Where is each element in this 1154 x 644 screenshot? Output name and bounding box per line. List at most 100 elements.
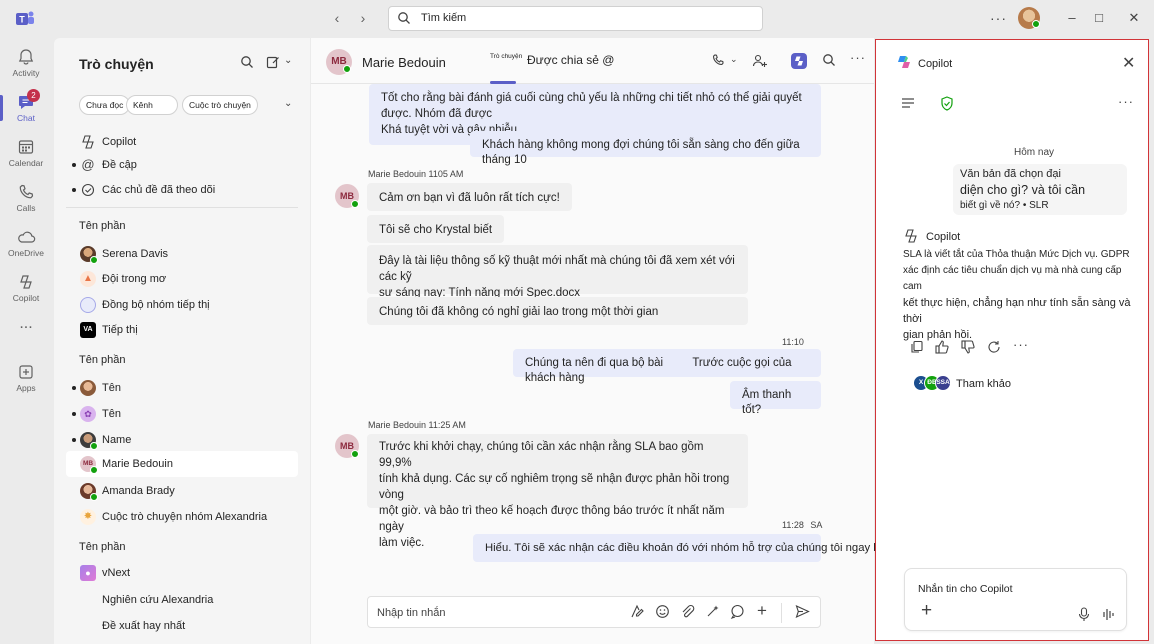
copilot-message-input[interactable]: Nhắn tin cho Copilot +: [904, 568, 1127, 631]
copilot-user-message[interactable]: Văn bản đã chọn đại diện cho gì? và tôi …: [953, 164, 1127, 215]
sparkle-icon[interactable]: [705, 604, 720, 619]
send-icon[interactable]: [795, 604, 810, 619]
list-item-alexandria-group[interactable]: ✸ Cuộc trò chuyện nhóm Alexandria: [66, 505, 298, 529]
list-item-name-3[interactable]: Name: [66, 428, 298, 452]
section-header: Tên phần: [79, 541, 126, 553]
shield-check-icon[interactable]: [940, 96, 954, 111]
rail-chat[interactable]: 2 Chat: [0, 87, 52, 131]
more-options-icon[interactable]: ···: [850, 50, 866, 65]
back-arrow-icon[interactable]: ‹: [329, 10, 345, 26]
list-item-label: Tên: [102, 382, 121, 394]
list-item-marie-bedouin[interactable]: MB Marie Bedouin: [66, 451, 298, 477]
filter-unread[interactable]: Chưa đọc: [79, 95, 131, 115]
message-theirs[interactable]: Đây là tài liệu thông số kỹ thuật mới nh…: [367, 245, 748, 299]
refresh-icon[interactable]: [987, 340, 1001, 354]
list-item-label: Nghiên cứu Alexandria: [102, 594, 214, 606]
rail-onedrive[interactable]: OneDrive: [0, 222, 52, 266]
chevron-down-icon[interactable]: ⌄: [730, 54, 738, 65]
thumbs-down-icon[interactable]: [961, 340, 975, 354]
rail-calendar-label: Calendar: [8, 158, 44, 168]
svg-text:T: T: [19, 15, 25, 25]
microphone-icon[interactable]: [1078, 607, 1090, 622]
message-compose-box[interactable]: Nhập tin nhắn +: [367, 596, 821, 628]
chevron-down-icon[interactable]: ⌄: [284, 98, 292, 109]
rail-apps[interactable]: Apps: [0, 357, 52, 401]
copilot-icon: [82, 135, 94, 149]
message-theirs[interactable]: Chúng tôi đã không có nghỉ giải lao tron…: [367, 297, 748, 325]
loop-icon[interactable]: [730, 604, 745, 619]
more-options-icon[interactable]: ···: [990, 10, 1007, 26]
list-item-dream-team[interactable]: ▲ Đội trong mơ: [66, 267, 298, 291]
copy-icon[interactable]: [910, 340, 924, 354]
more-options-icon[interactable]: ···: [1013, 337, 1029, 352]
rail-activity[interactable]: Activity: [0, 42, 52, 86]
message-theirs[interactable]: Cảm ơn bạn vì đã luôn rất tích cực!: [367, 183, 572, 211]
thumbs-up-icon[interactable]: [935, 340, 949, 354]
message-mine[interactable]: Hiểu. Tôi sẽ xác nhận các điều khoản đó …: [473, 534, 923, 562]
emoji-icon[interactable]: [655, 604, 670, 619]
search-icon[interactable]: [240, 55, 254, 69]
list-item-copilot[interactable]: Copilot: [66, 130, 298, 154]
copilot-icon[interactable]: [791, 53, 807, 69]
add-icon[interactable]: +: [921, 600, 932, 622]
message-mine[interactable]: Âm thanh tốt?: [730, 381, 821, 416]
search-input[interactable]: Tìm kiếm: [388, 6, 763, 31]
more-options-icon[interactable]: ···: [1118, 94, 1134, 109]
presence-available-icon: [351, 200, 359, 208]
copilot-logo-icon: [898, 56, 910, 68]
message-time: 11:10: [782, 337, 804, 347]
presence-available-icon: [90, 442, 98, 450]
list-item-name-2[interactable]: ✿ Tên: [66, 402, 298, 426]
chat-list-pane: Trò chuyện ⌄ Chưa đọc Kênh Cuộc trò chuy…: [54, 38, 310, 644]
divider: [781, 603, 782, 623]
references-label[interactable]: Tham khảo: [956, 378, 1011, 390]
more-apps-icon[interactable]: ...: [0, 316, 52, 336]
message-theirs[interactable]: Tôi sẽ cho Krystal biết: [367, 215, 505, 243]
chevron-down-icon[interactable]: ⌄: [284, 55, 292, 66]
filter-conversations[interactable]: Cuộc trò chuyện: [182, 95, 258, 115]
menu-icon[interactable]: [901, 96, 915, 110]
list-item-amanda-brady[interactable]: Amanda Brady: [66, 479, 298, 503]
add-people-icon[interactable]: [752, 53, 768, 69]
list-item-mentions[interactable]: @ Đề cập: [66, 153, 298, 177]
list-item-alexandria-research[interactable]: Nghiên cứu Alexandria: [66, 588, 298, 612]
cloud-icon: [18, 231, 36, 243]
list-item-marketing-sync[interactable]: Đồng bộ nhóm tiếp thị: [66, 293, 298, 317]
message-theirs[interactable]: Trước khi khởi chạy, chúng tôi cần xác n…: [367, 434, 748, 549]
new-chat-icon[interactable]: [266, 55, 280, 69]
list-item-name-1[interactable]: Tên: [66, 376, 298, 400]
presence-available-icon: [1032, 20, 1040, 28]
attach-icon[interactable]: [680, 604, 695, 619]
message-mine[interactable]: Khách hàng không mong đợi chúng tôi sẵn …: [470, 131, 821, 166]
tab-shared[interactable]: Được chia sẻ @: [527, 53, 614, 67]
add-icon[interactable]: +: [757, 601, 767, 621]
maximize-icon[interactable]: □: [1091, 10, 1107, 26]
message-mine[interactable]: Chúng ta nên đi qua bộ bài Trước cuộc gọ…: [513, 349, 821, 384]
voice-wave-icon[interactable]: [1102, 607, 1116, 622]
list-item-marketing[interactable]: VA Tiếp thị: [66, 318, 298, 342]
rail-copilot[interactable]: Copilot: [0, 267, 52, 311]
rail-calendar[interactable]: Calendar: [0, 132, 52, 176]
forward-arrow-icon[interactable]: ›: [355, 10, 371, 26]
unread-dot: [72, 163, 76, 167]
list-item-followed-threads[interactable]: Các chủ đề đã theo dõi: [66, 178, 298, 202]
rail-calls[interactable]: Calls: [0, 177, 52, 221]
tab-chat[interactable]: Trò chuyện: [490, 53, 522, 60]
divider: [66, 207, 298, 208]
list-item-serena-davis[interactable]: Serena Davis: [66, 242, 298, 266]
at-sign-icon: @: [81, 157, 95, 172]
unread-dot: [72, 412, 76, 416]
search-icon[interactable]: [822, 53, 836, 67]
conversation-title: Marie Bedouin: [362, 55, 446, 70]
conversation-pane: MB Marie Bedouin Trò chuyện Được chia sẻ…: [311, 38, 923, 644]
list-item-best-proposal[interactable]: Đề xuất hay nhất: [66, 614, 298, 638]
format-icon[interactable]: [630, 604, 645, 619]
rail-activity-label: Activity: [12, 68, 40, 78]
phone-icon[interactable]: [711, 53, 725, 67]
close-window-icon[interactable]: ✕: [1126, 10, 1142, 26]
message-text: diện cho gì? và tôi cần: [960, 183, 1086, 197]
list-item-vnext[interactable]: ● vNext: [66, 561, 298, 585]
minimize-icon[interactable]: –: [1064, 10, 1080, 26]
filter-channels[interactable]: Kênh: [126, 95, 178, 115]
close-icon[interactable]: ✕: [1122, 53, 1135, 73]
